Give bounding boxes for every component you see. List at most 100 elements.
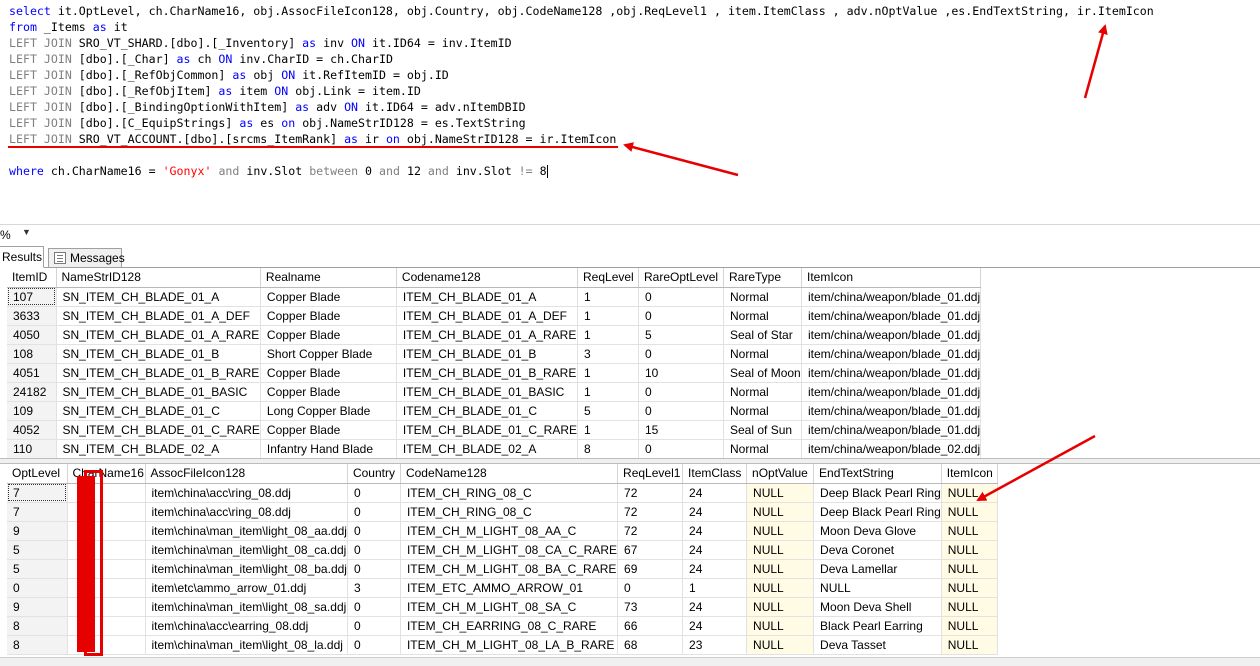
- table-cell[interactable]: SN_ITEM_CH_BLADE_02_A: [56, 439, 261, 459]
- table-cell[interactable]: 24182: [7, 382, 57, 402]
- table-cell[interactable]: [67, 597, 146, 617]
- table-cell[interactable]: Infantry Hand Blade: [260, 439, 397, 459]
- column-header[interactable]: EndTextString: [813, 464, 942, 484]
- column-header[interactable]: ReqLevel1: [617, 464, 684, 484]
- table-cell[interactable]: NULL: [813, 578, 942, 598]
- table-cell[interactable]: NULL: [746, 483, 815, 503]
- column-header[interactable]: Codename128: [396, 268, 579, 288]
- table-cell[interactable]: 1: [682, 578, 748, 598]
- table-cell[interactable]: Normal: [723, 382, 802, 402]
- table-row[interactable]: 9 item\china\man_item\light_08_aa.ddj 0 ITE…: [7, 521, 998, 541]
- table-cell[interactable]: 0: [617, 578, 684, 598]
- table-cell[interactable]: [67, 483, 146, 503]
- table-cell[interactable]: 1: [577, 382, 639, 402]
- table-cell[interactable]: 0: [638, 287, 724, 307]
- table-cell[interactable]: SN_ITEM_CH_BLADE_01_A_RARE: [56, 325, 261, 345]
- table-cell[interactable]: Copper Blade: [260, 306, 397, 326]
- table-cell[interactable]: NULL: [941, 502, 998, 522]
- table-cell[interactable]: item\china\man_item\light_08_la.ddj: [145, 635, 348, 655]
- table-cell[interactable]: 1: [577, 420, 639, 440]
- table-cell[interactable]: 24: [682, 502, 748, 522]
- table-cell[interactable]: NULL: [746, 616, 815, 636]
- table-cell[interactable]: 7: [7, 483, 68, 503]
- table-cell[interactable]: ITEM_CH_M_LIGHT_08_AA_C: [400, 521, 619, 541]
- table-cell[interactable]: NULL: [746, 559, 815, 579]
- table-cell[interactable]: 69: [617, 559, 684, 579]
- table-cell[interactable]: [67, 616, 146, 636]
- column-header[interactable]: NameStrID128: [56, 268, 261, 288]
- table-cell[interactable]: 0: [347, 502, 401, 522]
- results-grid-items[interactable]: ItemID NameStrID128 Realname Codename128 Req…: [7, 268, 982, 459]
- table-cell[interactable]: NULL: [746, 540, 815, 560]
- table-cell[interactable]: Deva Lamellar: [813, 559, 942, 579]
- table-row[interactable]: 8 item\china\acc\earring_08.ddj 0 ITEM_CH_E…: [7, 616, 998, 636]
- column-header[interactable]: ItemIcon: [941, 464, 998, 484]
- table-cell[interactable]: Copper Blade: [260, 287, 397, 307]
- table-row[interactable]: 109 SN_ITEM_CH_BLADE_01_C Long Copper Blad…: [7, 401, 982, 421]
- table-cell[interactable]: SN_ITEM_CH_BLADE_01_A: [56, 287, 261, 307]
- column-header[interactable]: RareType: [723, 268, 802, 288]
- table-cell[interactable]: ITEM_CH_M_LIGHT_08_CA_C_RARE: [400, 540, 619, 560]
- table-cell[interactable]: 24: [682, 521, 748, 541]
- table-cell[interactable]: [67, 559, 146, 579]
- table-cell[interactable]: 15: [638, 420, 724, 440]
- table-cell[interactable]: ITEM_CH_BLADE_01_A: [396, 287, 579, 307]
- table-cell[interactable]: Deva Coronet: [813, 540, 942, 560]
- column-header[interactable]: CharName16: [67, 464, 146, 484]
- table-cell[interactable]: 24: [682, 616, 748, 636]
- table-cell[interactable]: ITEM_CH_M_LIGHT_08_BA_C_RARE: [400, 559, 619, 579]
- table-cell[interactable]: 1: [577, 287, 639, 307]
- table-cell[interactable]: 73: [617, 597, 684, 617]
- table-cell[interactable]: ITEM_CH_BLADE_01_B_RARE: [396, 363, 579, 383]
- table-cell[interactable]: Seal of Star: [723, 325, 802, 345]
- table-cell[interactable]: Seal of Moon: [723, 363, 802, 383]
- table-cell[interactable]: 5: [7, 540, 68, 560]
- table-cell[interactable]: [67, 578, 146, 598]
- zoom-dropdown[interactable]: % ▼: [0, 227, 36, 243]
- table-cell[interactable]: ITEM_ETC_AMMO_ARROW_01: [400, 578, 619, 598]
- table-cell[interactable]: NULL: [941, 540, 998, 560]
- table-cell[interactable]: ITEM_CH_BLADE_01_BASIC: [396, 382, 579, 402]
- table-cell[interactable]: Black Pearl Earring: [813, 616, 942, 636]
- table-cell[interactable]: item/china/weapon/blade_01.ddj: [801, 325, 982, 345]
- table-cell[interactable]: NULL: [941, 521, 998, 541]
- table-cell[interactable]: 107: [7, 287, 57, 307]
- table-row[interactable]: 7 item\china\acc\ring_08.ddj 0 ITEM_CH_RING…: [7, 502, 998, 522]
- table-cell[interactable]: Normal: [723, 439, 802, 459]
- table-cell[interactable]: NULL: [746, 521, 815, 541]
- table-cell[interactable]: 0: [347, 521, 401, 541]
- table-cell[interactable]: 4052: [7, 420, 57, 440]
- table-cell[interactable]: ITEM_CH_BLADE_01_C: [396, 401, 579, 421]
- table-cell[interactable]: 5: [577, 401, 639, 421]
- table-cell[interactable]: 0: [638, 382, 724, 402]
- table-cell[interactable]: 7: [7, 502, 68, 522]
- table-cell[interactable]: Moon Deva Shell: [813, 597, 942, 617]
- table-cell[interactable]: 24: [682, 483, 748, 503]
- column-header[interactable]: CodeName128: [400, 464, 619, 484]
- column-header[interactable]: ItemIcon: [801, 268, 982, 288]
- table-row[interactable]: 107 SN_ITEM_CH_BLADE_01_A Copper Blade ITEM…: [7, 287, 982, 307]
- table-cell[interactable]: item\china\acc\earring_08.ddj: [145, 616, 348, 636]
- table-cell[interactable]: NULL: [941, 559, 998, 579]
- table-cell[interactable]: 0: [638, 306, 724, 326]
- column-header[interactable]: ItemClass: [682, 464, 748, 484]
- column-header[interactable]: nOptValue: [746, 464, 815, 484]
- table-cell[interactable]: 0: [347, 483, 401, 503]
- table-cell[interactable]: 8: [7, 616, 68, 636]
- table-cell[interactable]: ITEM_CH_M_LIGHT_08_SA_C: [400, 597, 619, 617]
- table-cell[interactable]: ITEM_CH_RING_08_C: [400, 502, 619, 522]
- table-cell[interactable]: item\china\man_item\light_08_ba.ddj: [145, 559, 348, 579]
- table-cell[interactable]: Seal of Sun: [723, 420, 802, 440]
- table-cell[interactable]: ITEM_CH_BLADE_01_A_DEF: [396, 306, 579, 326]
- table-cell[interactable]: Deep Black Pearl Ring: [813, 483, 942, 503]
- column-header[interactable]: AssocFileIcon128: [145, 464, 348, 484]
- table-cell[interactable]: 9: [7, 521, 68, 541]
- table-cell[interactable]: NULL: [941, 597, 998, 617]
- table-row[interactable]: 9 item\china\man_item\light_08_sa.ddj 0 ITE…: [7, 597, 998, 617]
- table-cell[interactable]: 8: [577, 439, 639, 459]
- table-row[interactable]: 4052 SN_ITEM_CH_BLADE_01_C_RARE Copper Bla…: [7, 420, 982, 440]
- table-cell[interactable]: ITEM_CH_BLADE_01_C_RARE: [396, 420, 579, 440]
- horizontal-scrollbar[interactable]: [0, 657, 1260, 666]
- table-cell[interactable]: Moon Deva Glove: [813, 521, 942, 541]
- table-cell[interactable]: item\china\man_item\light_08_sa.ddj: [145, 597, 348, 617]
